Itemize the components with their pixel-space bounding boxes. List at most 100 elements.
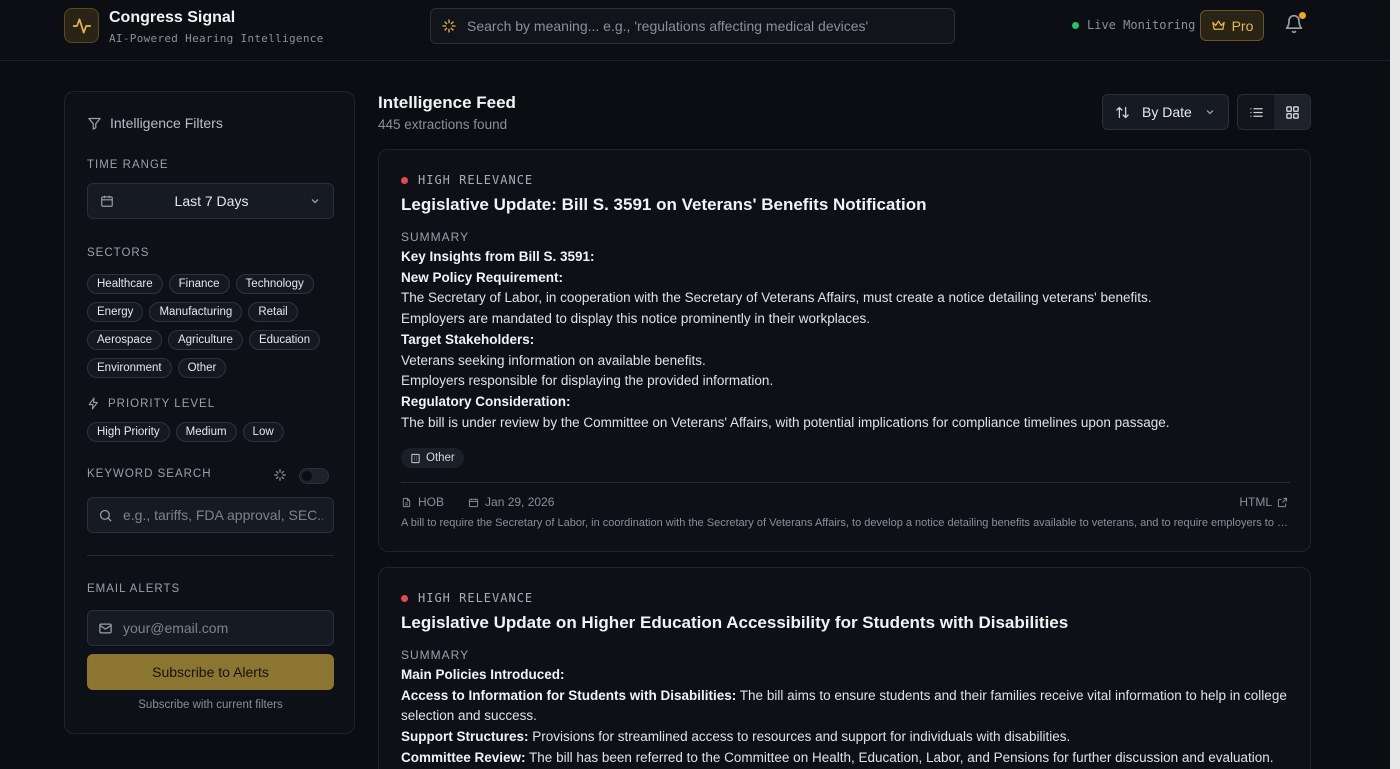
sector-chips: Healthcare Finance Technology Energy Man… (87, 274, 347, 378)
sparkles-icon (442, 19, 456, 33)
time-range-select[interactable]: Last 7 Days (87, 183, 334, 219)
chevron-down-icon (1206, 110, 1214, 115)
chevron-down-icon (311, 199, 319, 204)
semantic-toggle[interactable] (299, 468, 329, 484)
summary-line: The bill is under review by the Committe… (401, 414, 1170, 430)
grid-icon (1285, 105, 1299, 119)
sort-value: By Date (1142, 104, 1192, 120)
grid-view-button[interactable] (1274, 95, 1310, 129)
external-link-icon (1277, 497, 1288, 507)
calendar-icon (468, 497, 479, 507)
filter-icon (88, 117, 101, 130)
summary-line: Employers are mandated to display this n… (401, 311, 870, 327)
live-dot-icon (1072, 21, 1079, 29)
logo[interactable] (64, 8, 99, 43)
sort-arrows-icon (1116, 106, 1129, 118)
pro-label: Pro (1231, 17, 1254, 34)
feed-title: Intelligence Feed (378, 93, 516, 112)
notifications-button[interactable] (1284, 12, 1306, 36)
relevance-dot-icon (401, 176, 408, 184)
sector-tag[interactable]: Other (401, 448, 464, 468)
card-summary: Main Policies Introduced: Access to Info… (401, 665, 1291, 769)
filters-title: Intelligence Filters (87, 115, 223, 131)
card-description: A bill to require the Secretary of Labor… (401, 517, 1290, 529)
sector-chip-environment[interactable]: Environment (87, 358, 172, 378)
subscribe-note: Subscribe with current filters (138, 699, 283, 711)
keyword-search-box[interactable] (87, 497, 334, 533)
priority-chip-low[interactable]: Low (242, 422, 284, 442)
search-input[interactable] (467, 18, 947, 34)
sidebar-divider (87, 555, 334, 556)
relevance-badge: HIGH RELEVANCE (401, 173, 533, 187)
sectors-label: SECTORS (87, 247, 150, 259)
summary-line: Support Structures: Provisions for strea… (401, 729, 1071, 745)
summary-line: The Secretary of Labor, in cooperation w… (401, 290, 1152, 306)
html-link[interactable]: HTML (1239, 495, 1288, 509)
relevance-dot-icon (401, 594, 408, 602)
view-toggle (1237, 94, 1311, 130)
page-scrollbar[interactable] (1390, 0, 1400, 769)
time-range-value: Last 7 Days (174, 193, 249, 209)
summary-line: Main Policies Introduced: (401, 667, 565, 682)
summary-line: Target Stakeholders: (401, 331, 535, 347)
feed-card[interactable]: HIGH RELEVANCE Legislative Update on Hig… (378, 567, 1311, 769)
sector-chip-manufacturing[interactable]: Manufacturing (149, 302, 243, 322)
card-summary: Key Insights from Bill S. 3591: New Poli… (401, 247, 1291, 433)
app-subtitle: AI-Powered Hearing Intelligence (109, 32, 324, 45)
email-input[interactable] (123, 620, 323, 636)
keyword-search-label: KEYWORD SEARCH (87, 468, 212, 480)
sector-chip-healthcare[interactable]: Healthcare (87, 274, 163, 294)
summary-line: Veterans seeking information on availabl… (401, 352, 706, 368)
sector-chip-agriculture[interactable]: Agriculture (167, 330, 243, 350)
summary-label: SUMMARY (401, 648, 470, 662)
crown-icon (1211, 20, 1225, 30)
list-icon (1249, 107, 1263, 117)
sector-chip-aerospace[interactable]: Aerospace (87, 330, 162, 350)
ai-sparkles-icon (274, 469, 286, 481)
priority-chips: High Priority Medium Low (87, 422, 347, 442)
search-icon (99, 509, 112, 522)
mail-icon (99, 623, 112, 633)
toggle-knob (302, 471, 312, 481)
feed-count: 445 extractions found (378, 117, 508, 132)
filters-sidebar: Intelligence Filters TIME RANGE Last 7 D… (64, 91, 355, 734)
zap-icon (88, 397, 98, 410)
date-label: Jan 29, 2026 (485, 495, 555, 509)
sector-chip-retail[interactable]: Retail (248, 302, 298, 322)
summary-line: New Policy Requirement: (401, 269, 564, 285)
app-title: Congress Signal (109, 9, 236, 26)
sector-chip-education[interactable]: Education (248, 330, 321, 350)
priority-chip-high[interactable]: High Priority (87, 422, 170, 442)
live-label: Live Monitoring (1087, 18, 1196, 32)
keyword-input[interactable] (123, 507, 323, 523)
sector-chip-energy[interactable]: Energy (87, 302, 144, 322)
email-alerts-label: EMAIL ALERTS (87, 583, 181, 595)
summary-line: Committee Review: The bill has been refe… (401, 749, 1274, 765)
card-title[interactable]: Legislative Update on Higher Education A… (401, 613, 1068, 633)
card-meta: HOB Jan 29, 2026 (401, 495, 554, 509)
sort-select[interactable]: By Date (1102, 94, 1229, 130)
summary-line: Employers responsible for displaying the… (401, 373, 774, 389)
summary-label: SUMMARY (401, 230, 470, 244)
card-title[interactable]: Legislative Update: Bill S. 3591 on Vete… (401, 195, 927, 215)
pro-button[interactable]: Pro (1200, 10, 1264, 41)
sector-chip-technology[interactable]: Technology (235, 274, 314, 294)
live-monitoring-status: Live Monitoring (1072, 18, 1195, 32)
source-label: HOB (418, 495, 445, 509)
sector-chip-finance[interactable]: Finance (168, 274, 230, 294)
time-range-label: TIME RANGE (87, 159, 169, 171)
summary-line: Access to Information for Students with … (401, 687, 1287, 724)
card-divider (401, 482, 1290, 483)
list-view-button[interactable] (1238, 95, 1274, 129)
calendar-icon (101, 195, 113, 207)
document-icon (402, 497, 411, 507)
feed-card[interactable]: HIGH RELEVANCE Legislative Update: Bill … (378, 149, 1311, 552)
summary-line: Regulatory Consideration: (401, 393, 571, 409)
sector-chip-other[interactable]: Other (177, 358, 227, 378)
priority-chip-medium[interactable]: Medium (175, 422, 237, 442)
email-box[interactable] (87, 610, 334, 646)
notification-dot (1299, 12, 1306, 19)
subscribe-button[interactable]: Subscribe to Alerts (87, 654, 334, 690)
relevance-badge: HIGH RELEVANCE (401, 591, 533, 605)
semantic-search[interactable] (430, 8, 955, 44)
